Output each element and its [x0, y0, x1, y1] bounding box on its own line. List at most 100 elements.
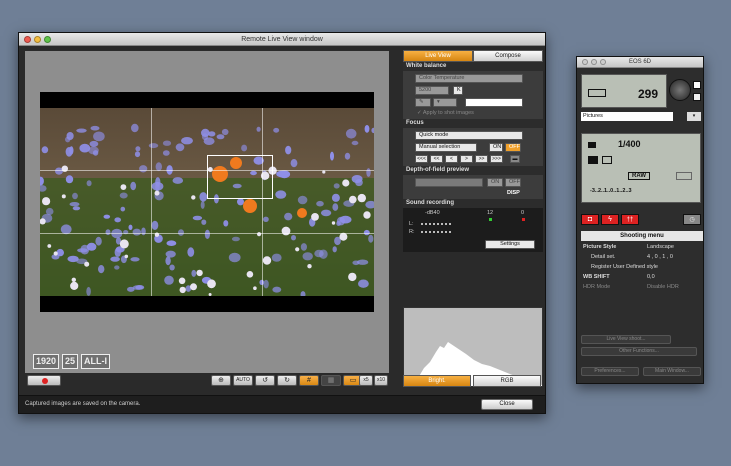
focus-far-1[interactable]: >: [460, 155, 473, 163]
focus-near-1[interactable]: <: [445, 155, 458, 163]
menu-row-hdr: HDR Mode Disable HDR: [581, 283, 703, 292]
dof-heading: Depth-of-field preview: [403, 166, 543, 175]
camera-settings-window: EOS 6D 299 Pictures ▾ 1/400 RAW -3..2..1…: [576, 56, 704, 384]
camera-zoom-icon[interactable]: [600, 59, 606, 65]
menu-row-wb-shift[interactable]: WB SHIFT 0,0: [581, 273, 703, 282]
flash-icon[interactable]: ϟ: [601, 214, 619, 225]
white-balance-heading: White balance: [403, 62, 543, 71]
focus-section: Quick mode Manual selection ON OFF <<< <…: [403, 128, 543, 166]
histogram-brightness-button[interactable]: Bright.: [403, 375, 471, 387]
focus-nav-buttons: <<< << < > >> >>> ▬: [415, 155, 535, 164]
eyedropper-icon[interactable]: ✎: [415, 98, 431, 107]
close-button[interactable]: Close: [481, 399, 533, 410]
af-off-button[interactable]: OFF: [505, 143, 521, 152]
white-balance-section: Color Temperature 5200 K ✎ ▾ ✓ Apply to …: [403, 71, 543, 119]
live-view-image[interactable]: [40, 92, 374, 312]
folder-menu-icon[interactable]: ▾: [687, 112, 701, 121]
af-point-select[interactable]: Manual selection: [415, 143, 477, 152]
zoom-window-icon[interactable]: [44, 36, 51, 43]
sound-heading: Sound recording: [403, 199, 543, 208]
camera-settings-icon[interactable]: [693, 93, 701, 101]
wb-kelvin-input[interactable]: 5200: [415, 86, 449, 95]
level-icon[interactable]: ⊕: [211, 375, 231, 386]
camera-window-controls: [582, 59, 606, 65]
apply-to-shot-checkbox[interactable]: ✓ Apply to shot images: [417, 110, 474, 116]
level-12-label: 12: [487, 210, 494, 216]
exposure-sim-icon[interactable]: ▦: [321, 375, 341, 386]
menu-row-picture-style[interactable]: Picture Style Landscape: [581, 243, 703, 252]
shutter-speed[interactable]: 1/400: [618, 139, 641, 149]
shooting-menu-camera-icon[interactable]: ◘: [581, 214, 599, 225]
menu-row-detail[interactable]: Detail set. 4 , 0 , 1 , 0: [581, 253, 703, 262]
wb-mode-select[interactable]: Color Temperature: [415, 74, 523, 83]
left-level-meter: [421, 223, 451, 225]
auto-focus-button[interactable]: AUTO: [233, 375, 253, 386]
image-size-icon: [588, 156, 598, 164]
camera-minimize-icon[interactable]: [591, 59, 597, 65]
exposure-scale[interactable]: -3..2..1..0..1..2..3: [590, 188, 632, 194]
other-functions-button[interactable]: Other Functions...: [581, 347, 697, 356]
tab-live-view[interactable]: Live View: [403, 50, 473, 62]
right-channel-label: R:: [409, 229, 415, 235]
wb-shift-value: 0,0: [647, 274, 655, 280]
db-scale-label: -dB40: [425, 210, 440, 216]
rotate-left-icon[interactable]: ↺: [255, 375, 275, 386]
movie-record-button[interactable]: [27, 375, 61, 386]
focus-far-3[interactable]: >>>: [490, 155, 503, 163]
close-window-icon[interactable]: [24, 36, 31, 43]
rotate-right-icon[interactable]: ↻: [277, 375, 297, 386]
framerate-badge: 25: [62, 354, 79, 369]
picture-style-value: Landscape: [647, 244, 674, 250]
right-level-meter: [421, 231, 451, 233]
save-folder-select[interactable]: Pictures: [581, 112, 673, 121]
preferences-button[interactable]: Preferences...: [581, 367, 639, 376]
window-controls: [24, 36, 51, 43]
scene-graphic: [40, 108, 374, 296]
main-window-button[interactable]: Main Window...: [643, 367, 701, 376]
level-red-marker: [522, 218, 525, 221]
focus-heading: Focus: [403, 119, 543, 128]
focus-memory-icon[interactable]: ▬: [510, 155, 520, 163]
wb-icon: [676, 172, 692, 180]
dof-off-button[interactable]: OFF: [505, 178, 521, 187]
af-on-button[interactable]: ON: [489, 143, 503, 152]
grid-icon[interactable]: #: [299, 375, 319, 386]
dof-on-button[interactable]: ON: [487, 178, 503, 187]
grid-line-v1: [151, 108, 152, 296]
hdr-value: Disable HDR: [647, 284, 679, 290]
camera-close-icon[interactable]: [582, 59, 588, 65]
camera-model-title: EOS 6D: [628, 59, 651, 65]
live-view-toolbar: ⊕ AUTO ↺ ↻ # ▦ ▭ x5 x10: [25, 375, 389, 387]
live-view-icon[interactable]: [693, 81, 701, 89]
detail-key: Detail set.: [591, 254, 616, 260]
metering-icon: [588, 142, 596, 148]
histogram-rgb-button[interactable]: RGB: [473, 375, 541, 387]
minimize-window-icon[interactable]: [34, 36, 41, 43]
wb-preset-select[interactable]: ▾: [433, 98, 457, 107]
battery-icon: [588, 89, 606, 97]
kelvin-unit-button[interactable]: K: [453, 86, 463, 95]
live-view-area[interactable]: 1920 25 ALL-I: [25, 51, 389, 373]
record-icon: [42, 378, 48, 384]
focus-mode-select[interactable]: Quick mode: [415, 131, 523, 140]
tab-compose[interactable]: Compose: [473, 50, 543, 62]
wb-custom-field[interactable]: [465, 98, 523, 107]
focus-near-3[interactable]: <<<: [415, 155, 428, 163]
mode-dial-icon[interactable]: [669, 79, 691, 101]
sound-settings-button[interactable]: Settings: [485, 240, 535, 249]
focus-near-2[interactable]: <<: [430, 155, 443, 163]
af-focus-frame[interactable]: [207, 155, 273, 199]
live-view-shoot-button[interactable]: Live View shoot...: [581, 335, 671, 344]
zoom-5x-button[interactable]: x5: [359, 375, 373, 386]
shooting-menu-title: Shooting menu: [581, 231, 703, 241]
detail-value: 4 , 0 , 1 , 0: [647, 254, 673, 260]
panel-tabs: Live View Compose: [403, 50, 543, 62]
disp-button[interactable]: DISP: [507, 190, 520, 196]
setup-tools-icon[interactable]: ††: [621, 214, 639, 225]
focus-far-2[interactable]: >>: [475, 155, 488, 163]
my-menu-icon[interactable]: ◷: [683, 214, 701, 225]
zoom-10x-button[interactable]: x10: [374, 375, 388, 386]
menu-row-register-style[interactable]: Register User Defined style: [581, 263, 703, 272]
dof-field: [415, 178, 483, 187]
image-quality[interactable]: RAW: [628, 172, 650, 180]
